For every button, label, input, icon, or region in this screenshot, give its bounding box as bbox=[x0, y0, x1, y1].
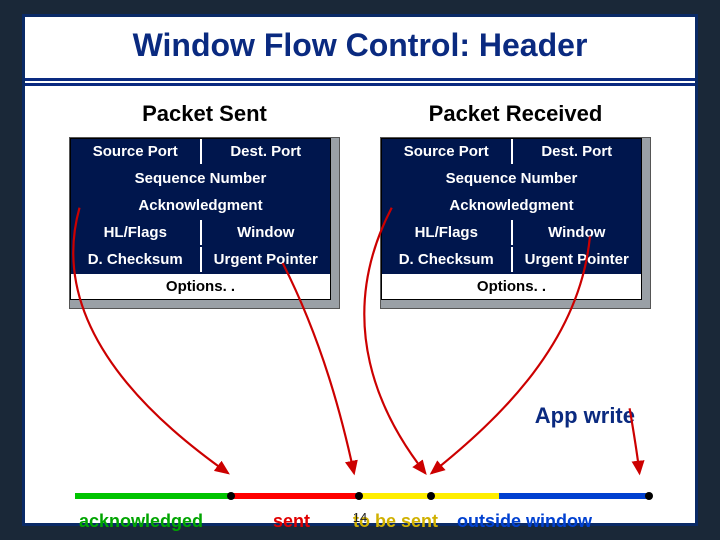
field-sequence-number: Sequence Number bbox=[382, 166, 641, 191]
segment-acknowledged bbox=[75, 493, 231, 499]
boundary-dot bbox=[645, 492, 653, 500]
packet-sent-header-box: Source Port Dest. Port Sequence Number A… bbox=[69, 137, 340, 309]
table-row: Acknowledgment bbox=[382, 193, 641, 220]
field-window: Window bbox=[202, 220, 331, 245]
field-dest-port: Dest. Port bbox=[202, 139, 331, 164]
slide-inner: Window Flow Control: Header Packet Sent … bbox=[22, 14, 698, 526]
table-row: Sequence Number bbox=[382, 166, 641, 193]
field-checksum: D. Checksum bbox=[71, 247, 202, 272]
segment-outside-window bbox=[499, 493, 651, 499]
columns: Packet Sent Source Port Dest. Port Seque… bbox=[25, 93, 695, 309]
table-row: Source Port Dest. Port bbox=[71, 139, 330, 166]
table-row: D. Checksum Urgent Pointer bbox=[71, 247, 330, 274]
table-row: Options. . bbox=[382, 274, 641, 299]
slide-body: Packet Sent Source Port Dest. Port Seque… bbox=[25, 93, 695, 523]
field-window: Window bbox=[513, 220, 642, 245]
field-acknowledgment: Acknowledgment bbox=[71, 193, 330, 218]
table-row: Options. . bbox=[71, 274, 330, 299]
field-options: Options. . bbox=[382, 274, 641, 299]
field-urgent-pointer: Urgent Pointer bbox=[513, 247, 642, 272]
field-urgent-pointer: Urgent Pointer bbox=[202, 247, 331, 272]
field-source-port: Source Port bbox=[382, 139, 513, 164]
table-row: HL/Flags Window bbox=[382, 220, 641, 247]
field-sequence-number: Sequence Number bbox=[71, 166, 330, 191]
boundary-dot bbox=[427, 492, 435, 500]
field-options: Options. . bbox=[71, 274, 330, 299]
slide-title: Window Flow Control: Header bbox=[25, 17, 695, 78]
segment-sent bbox=[231, 493, 359, 499]
send-window-timeline bbox=[75, 493, 645, 499]
page-number: 14 bbox=[25, 510, 695, 525]
packet-received-heading: Packet Received bbox=[380, 95, 651, 137]
table-row: Sequence Number bbox=[71, 166, 330, 193]
field-hl-flags: HL/Flags bbox=[71, 220, 202, 245]
field-dest-port: Dest. Port bbox=[513, 139, 642, 164]
boundary-dot bbox=[227, 492, 235, 500]
slide: Window Flow Control: Header Packet Sent … bbox=[0, 0, 720, 540]
field-checksum: D. Checksum bbox=[382, 247, 513, 272]
packet-received-column: Packet Received Source Port Dest. Port S… bbox=[380, 95, 651, 309]
table-row: Acknowledgment bbox=[71, 193, 330, 220]
boundary-dot bbox=[355, 492, 363, 500]
field-hl-flags: HL/Flags bbox=[382, 220, 513, 245]
packet-sent-heading: Packet Sent bbox=[69, 95, 340, 137]
packet-sent-header-inner: Source Port Dest. Port Sequence Number A… bbox=[70, 138, 331, 300]
divider bbox=[25, 83, 695, 86]
table-row: D. Checksum Urgent Pointer bbox=[382, 247, 641, 274]
field-acknowledgment: Acknowledgment bbox=[382, 193, 641, 218]
table-row: HL/Flags Window bbox=[71, 220, 330, 247]
app-write-label: App write bbox=[535, 403, 635, 429]
field-source-port: Source Port bbox=[71, 139, 202, 164]
packet-received-header-inner: Source Port Dest. Port Sequence Number A… bbox=[381, 138, 642, 300]
divider bbox=[25, 78, 695, 81]
packet-received-header-box: Source Port Dest. Port Sequence Number A… bbox=[380, 137, 651, 309]
packet-sent-column: Packet Sent Source Port Dest. Port Seque… bbox=[69, 95, 340, 309]
table-row: Source Port Dest. Port bbox=[382, 139, 641, 166]
